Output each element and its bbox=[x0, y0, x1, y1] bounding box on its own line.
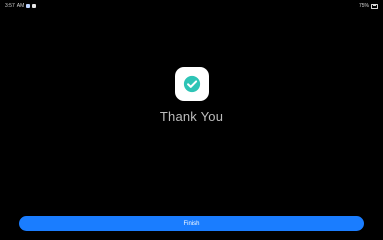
check-circle-icon bbox=[183, 75, 200, 93]
battery-percentage: 75% bbox=[358, 3, 369, 9]
notification-icon bbox=[32, 4, 37, 8]
notification-icon bbox=[26, 4, 31, 8]
status-bar: 3:57 AM 75% bbox=[0, 0, 383, 12]
battery-icon bbox=[371, 3, 378, 9]
finish-button[interactable]: Finish bbox=[19, 216, 364, 231]
status-time: 3:57 bbox=[5, 3, 15, 9]
completion-content: Thank You bbox=[0, 67, 383, 124]
status-left: 3:57 AM bbox=[5, 3, 37, 9]
status-ampm: AM bbox=[16, 3, 25, 9]
setup-complete-screen: 3:57 AM 75% Thank You Finish bbox=[0, 0, 383, 240]
page-title: Thank You bbox=[159, 109, 224, 124]
status-right: 75% bbox=[359, 3, 378, 9]
check-tile bbox=[174, 67, 209, 101]
